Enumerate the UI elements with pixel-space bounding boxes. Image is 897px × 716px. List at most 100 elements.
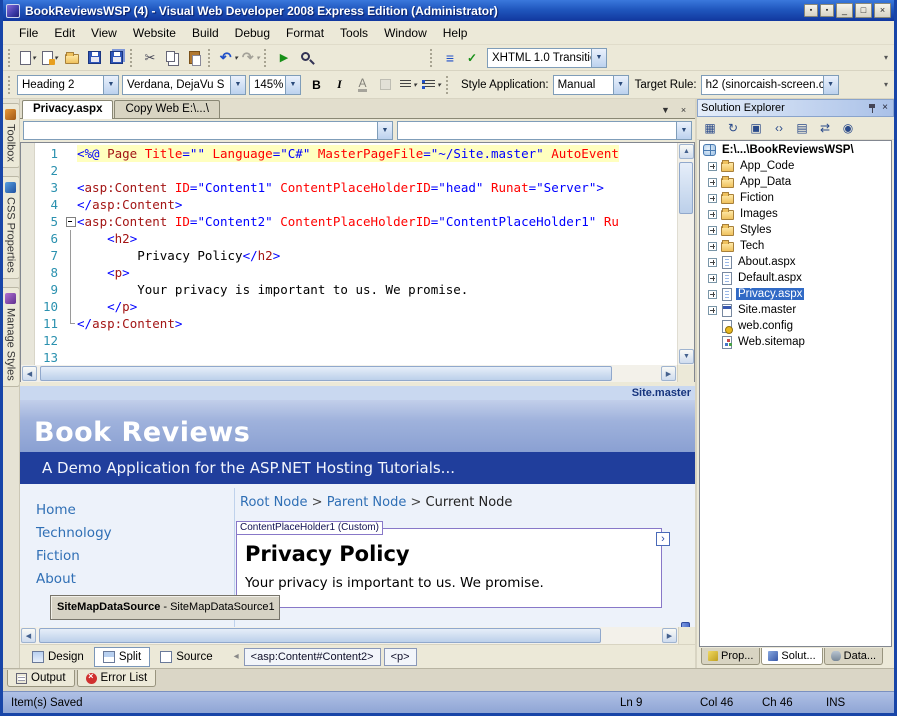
design-nav-home[interactable]: Home [36,502,112,518]
code-line-12[interactable]: 12 [35,332,677,349]
save-all-button[interactable] [105,47,127,69]
chevron-down-icon[interactable]: ▼ [676,122,691,139]
code-line-8[interactable]: 8 <p> [35,264,677,281]
expander-plus-icon[interactable] [708,162,717,171]
tree-item-site-master[interactable]: Site.master [700,302,891,318]
breadcrumb-root-node[interactable]: Root Node [240,495,308,510]
code-line-4[interactable]: 4</asp:Content> [35,196,677,213]
design-nav-technology[interactable]: Technology [36,525,112,541]
scroll-up-icon[interactable]: ▲ [679,144,694,159]
chevron-down-icon[interactable]: ▼ [591,49,606,67]
design-view[interactable]: Book Reviews A Demo Application for the … [20,400,695,627]
style-application-combobox[interactable]: Manual ▼ [553,75,629,95]
menu-item-window[interactable]: Window [376,23,435,43]
alignment-button[interactable]: ▾ [397,74,420,96]
master-page-badge[interactable]: Site.master [632,387,691,399]
code-line-5[interactable]: 5<asp:Content ID="Content2" ContentPlace… [35,213,677,230]
expander-plus-icon[interactable] [708,178,717,187]
events-dropdown[interactable]: ▼ [397,121,692,140]
content-placeholder-region[interactable]: ContentPlaceHolder1 (Custom) Privacy Pol… [236,528,662,608]
tree-item-privacy-aspx[interactable]: Privacy.aspx [700,286,891,302]
format-document-button[interactable] [439,47,461,69]
editor-tab-copy-web-e[interactable]: Copy Web E:\...\ [114,100,220,118]
properties-button[interactable]: ▦ [699,118,721,138]
save-button[interactable] [83,47,105,69]
design-nav-fiction[interactable]: Fiction [36,548,112,564]
tree-item-about-aspx[interactable]: About.aspx [700,254,891,270]
side-tab-manage-styles[interactable]: Manage Styles [3,287,20,387]
design-horizontal-scrollbar[interactable]: ◀ ▶ [20,627,678,644]
code-line-9[interactable]: 9 Your privacy is important to us. We pr… [35,281,677,298]
expander-plus-icon[interactable] [708,226,717,235]
object-dropdown[interactable]: ▼ [23,121,393,140]
menu-item-view[interactable]: View [83,23,125,43]
close-button[interactable]: × [874,3,891,18]
code-line-1[interactable]: 1<%@ Page Title="" Language="C#" MasterP… [35,145,677,162]
design-nav-about[interactable]: About [36,571,112,587]
tag-navigator-item-1[interactable]: <asp:Content#Content2> [244,648,381,666]
expander-plus-icon[interactable] [708,274,717,283]
tree-item-tech[interactable]: Tech [700,238,891,254]
design-heading[interactable]: Privacy Policy [245,542,661,566]
editor-horizontal-scrollbar[interactable]: ◀ ▶ [21,365,677,382]
panel-tab-solut[interactable]: Solut... [761,648,822,665]
tree-item-app-code[interactable]: App_Code [700,158,891,174]
font-family-combobox[interactable]: Verdana, DejaVu S ▼ [122,75,246,95]
design-view-button[interactable]: Design [23,647,93,667]
menu-item-website[interactable]: Website [125,23,184,43]
code-view[interactable]: 1<%@ Page Title="" Language="C#" MasterP… [35,143,677,365]
maximize-button[interactable]: □ [855,3,872,18]
scrollbar-thumb[interactable] [39,628,601,643]
scrollbar-track[interactable] [37,627,661,644]
italic-button[interactable]: I [328,74,351,96]
paste-button[interactable] [183,47,205,69]
nest-related-files-button[interactable]: ▣ [745,118,767,138]
scroll-down-icon[interactable]: ▼ [679,349,694,364]
panel-tab-prop[interactable]: Prop... [701,648,760,665]
design-scrollbar-thumb[interactable] [681,622,690,627]
chevron-down-icon[interactable]: ▼ [285,76,300,94]
scroll-right-icon[interactable]: ▶ [662,628,677,643]
pin-icon[interactable] [868,103,876,114]
check-accessibility-button[interactable] [461,47,483,69]
block-format-combobox[interactable]: Heading 2 ▼ [17,75,119,95]
close-panel-icon[interactable]: × [880,103,890,113]
scrollbar-track[interactable] [678,160,694,348]
menu-item-tools[interactable]: Tools [332,23,376,43]
scrollbar-track[interactable] [38,365,660,382]
code-line-11[interactable]: 11</asp:Content> [35,315,677,332]
refresh-button[interactable]: ↻ [722,118,744,138]
tree-item-app-data[interactable]: App_Data [700,174,891,190]
doctype-combobox[interactable]: XHTML 1.0 Transitional ( ▼ [487,48,607,68]
code-line-3[interactable]: 3<asp:Content ID="Content1" ContentPlace… [35,179,677,196]
copy-button[interactable] [161,47,183,69]
code-line-10[interactable]: 10 </p> [35,298,677,315]
output-tab[interactable]: Output [7,670,75,687]
list-button[interactable]: ▾ [420,74,443,96]
close-document-icon[interactable]: × [676,105,691,115]
collapse-region-icon[interactable] [65,213,77,230]
error-list-tab[interactable]: Error List [77,670,157,687]
tree-item-default-aspx[interactable]: Default.aspx [700,270,891,286]
tree-item-styles[interactable]: Styles [700,222,891,238]
toolbar-overflow-icon[interactable]: ▾ [880,53,892,62]
open-file-button[interactable] [61,47,83,69]
tree-item-fiction[interactable]: Fiction [700,190,891,206]
design-paragraph[interactable]: Your privacy is important to us. We prom… [245,575,661,591]
expander-plus-icon[interactable] [708,210,717,219]
code-line-13[interactable]: 13 [35,349,677,365]
tab-list-dropdown-icon[interactable]: ▼ [658,105,673,115]
code-line-6[interactable]: 6 <h2> [35,230,677,247]
menu-item-edit[interactable]: Edit [46,23,83,43]
toolbar-overflow-icon[interactable]: ▾ [880,80,892,89]
start-debugging-button[interactable] [273,47,295,69]
aspnet-configuration-button[interactable]: ◉ [837,118,859,138]
bold-button[interactable]: B [305,74,328,96]
view-designer-button[interactable]: ▤ [791,118,813,138]
menu-item-build[interactable]: Build [184,23,227,43]
breadcrumb-parent-node[interactable]: Parent Node [327,495,407,510]
window-extra-button-1[interactable]: ▪ [804,4,818,17]
scrollbar-thumb[interactable] [40,366,612,381]
chevron-down-icon[interactable]: ▼ [613,76,628,94]
chevron-down-icon[interactable]: ▼ [823,76,838,94]
